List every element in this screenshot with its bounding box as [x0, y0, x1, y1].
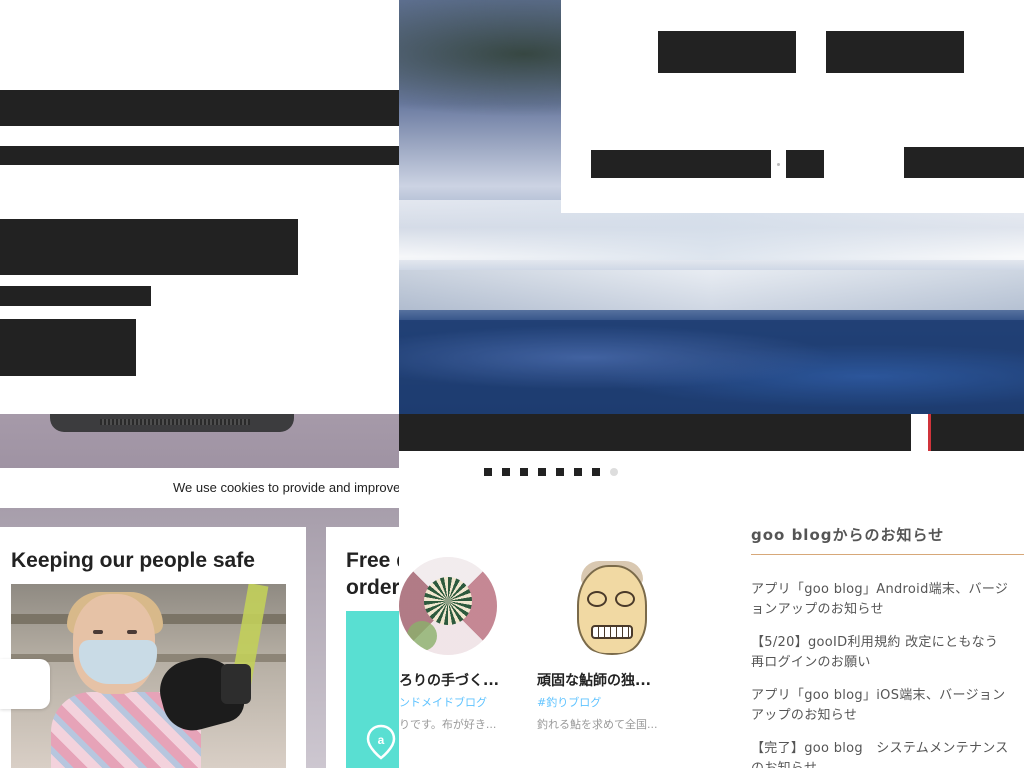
redacted-nav-bar: [0, 146, 400, 165]
redacted-hero-button[interactable]: [0, 319, 136, 376]
carousel-dot[interactable]: [484, 468, 492, 476]
notices-list: アプリ「goo blog」Android端末、バージョンアップのお知らせ 【5/…: [751, 580, 1011, 768]
blog-card-handmade[interactable]: ろりの手づく... ンドメイドブログ りです。布が好き...: [399, 557, 549, 737]
redacted-nav-item-short[interactable]: [786, 150, 824, 178]
carousel-dot[interactable]: [502, 468, 510, 476]
card-title-free[interactable]: Free d order: [346, 547, 400, 601]
right-browser-window: ろりの手づく... ンドメイドブログ りです。布が好き... 頑固な鮎師の独..…: [399, 0, 1024, 768]
carousel-dot[interactable]: [556, 468, 564, 476]
location-pin-icon: a: [366, 724, 396, 760]
carousel-dot[interactable]: [574, 468, 582, 476]
notice-item[interactable]: 【完了】goo blog システムメンテナンスのお知らせ: [751, 739, 1011, 768]
redacted-action-button[interactable]: [904, 147, 1024, 178]
worker-photo[interactable]: [11, 584, 286, 768]
redacted-login-button[interactable]: [658, 31, 796, 73]
feedback-side-tab[interactable]: [0, 659, 50, 709]
header-overlay: [561, 0, 1024, 213]
carousel-dot[interactable]: [520, 468, 528, 476]
card-title-free-line2: order: [346, 576, 400, 599]
nav-separator-dot: [777, 163, 780, 166]
blog-description: 釣れる鮎を求めて全国...: [537, 718, 658, 731]
notices-heading: goo blogからのお知らせ: [751, 526, 945, 544]
cookie-notice-text: We use cookies to provide and improve: [173, 480, 400, 495]
notice-item[interactable]: アプリ「goo blog」Android端末、バージョンアップのお知らせ: [751, 580, 1011, 620]
blog-title[interactable]: 頑固な鮎師の独...: [537, 670, 651, 690]
left-browser-window: We use cookies to provide and improve Ke…: [0, 0, 400, 768]
blog-category-tag[interactable]: #釣りブログ: [537, 694, 601, 710]
card-title-safe[interactable]: Keeping our people safe: [11, 547, 255, 574]
carousel-indicators[interactable]: [484, 468, 624, 476]
carousel-dot[interactable]: [592, 468, 600, 476]
blog-description: りです。布が好き...: [399, 718, 497, 731]
svg-text:a: a: [378, 733, 385, 747]
carousel-dot[interactable]: [538, 468, 546, 476]
carousel-dot[interactable]: [610, 468, 618, 476]
card-title-free-line1: Free d: [346, 549, 400, 572]
blog-card-fishing[interactable]: 頑固な鮎師の独... #釣りブログ 釣れる鮎を求めて全国...: [537, 557, 687, 737]
redacted-nav-item[interactable]: [591, 150, 771, 178]
blog-title[interactable]: ろりの手づく...: [399, 670, 499, 690]
blog-avatar-quilt[interactable]: [399, 557, 497, 655]
device-speaker-grill: [100, 419, 250, 425]
redacted-register-button[interactable]: [826, 31, 964, 73]
redacted-hero-heading: [0, 219, 298, 275]
blog-avatar-caricature[interactable]: [563, 557, 661, 655]
redacted-hero-subtext: [0, 286, 151, 306]
blog-category-tag[interactable]: ンドメイドブログ: [399, 694, 487, 710]
caption-accent: [928, 414, 931, 451]
redacted-header-bar: [0, 90, 400, 126]
notice-item[interactable]: アプリ「goo blog」iOS端末、バージョンアップのお知らせ: [751, 686, 1011, 726]
notice-item[interactable]: 【5/20】gooID利用規約 改定にともなう再ログインのお願い: [751, 633, 1011, 673]
notices-divider: [751, 554, 1024, 555]
